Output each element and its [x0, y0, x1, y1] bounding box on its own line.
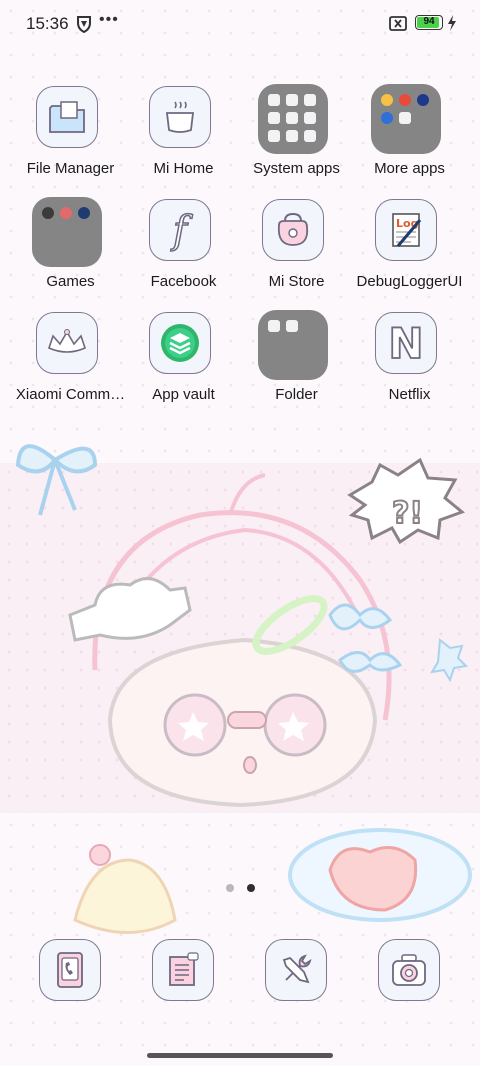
app-label: DebugLoggerUI: [356, 273, 463, 290]
folder-games[interactable]: Games: [14, 197, 127, 312]
camera-icon: [392, 954, 426, 986]
app-facebook[interactable]: f Facebook: [127, 199, 240, 312]
battery-icon: 94: [415, 15, 443, 30]
notes-icon: [169, 952, 199, 986]
app-mi-store[interactable]: Mi Store: [240, 199, 353, 312]
page-indicator: [0, 884, 480, 892]
dock-tools[interactable]: [265, 939, 327, 1001]
shield-icon: [77, 16, 91, 33]
svg-text:?!: ?!: [392, 496, 423, 531]
page-dot-1[interactable]: [225, 884, 234, 892]
wallpaper-illustration: ?!: [15, 444, 472, 934]
status-time: 15:36: [26, 14, 69, 33]
app-netflix[interactable]: N Netflix: [353, 312, 466, 425]
app-label: Netflix: [388, 386, 431, 403]
folder-icon: [258, 310, 328, 380]
log-icon: Log: [375, 199, 437, 261]
app-app-vault[interactable]: App vault: [127, 312, 240, 425]
layers-icon: [149, 312, 211, 374]
more-notifications-icon: •••: [99, 11, 119, 28]
facebook-icon: f: [149, 199, 211, 261]
battery-percent: 94: [423, 16, 435, 27]
tools-icon: [282, 954, 312, 984]
folder-system-apps[interactable]: System apps: [240, 84, 353, 199]
dock-camera[interactable]: [378, 939, 440, 1001]
folder-files-icon: [36, 86, 98, 148]
folder-folder[interactable]: Folder: [240, 310, 353, 425]
app-debuglogger[interactable]: Log DebugLoggerUI: [353, 199, 466, 312]
app-file-manager[interactable]: File Manager: [14, 86, 127, 199]
dock-phone[interactable]: [39, 939, 101, 1001]
phone-icon: [57, 952, 83, 988]
app-mi-home[interactable]: Mi Home: [127, 86, 240, 199]
home-gesture-bar[interactable]: [147, 1053, 333, 1058]
app-xiaomi-community[interactable]: Xiaomi Comm…: [14, 312, 127, 425]
shopping-bag-icon: [262, 199, 324, 261]
folder-more-apps[interactable]: More apps: [353, 84, 466, 199]
folder-icon: [258, 84, 328, 154]
netflix-icon: N: [375, 312, 437, 374]
crown-icon: [36, 312, 98, 374]
folder-icon: [371, 84, 441, 154]
folder-icon: [32, 197, 102, 267]
no-sim-icon: [389, 16, 407, 31]
dock-notes[interactable]: [152, 939, 214, 1001]
status-bar: 15:36 ••• 94: [0, 0, 480, 48]
charging-bolt-icon: [448, 15, 456, 31]
cup-icon: [149, 86, 211, 148]
page-dot-2[interactable]: [246, 884, 255, 892]
app-label: More apps: [374, 160, 445, 177]
